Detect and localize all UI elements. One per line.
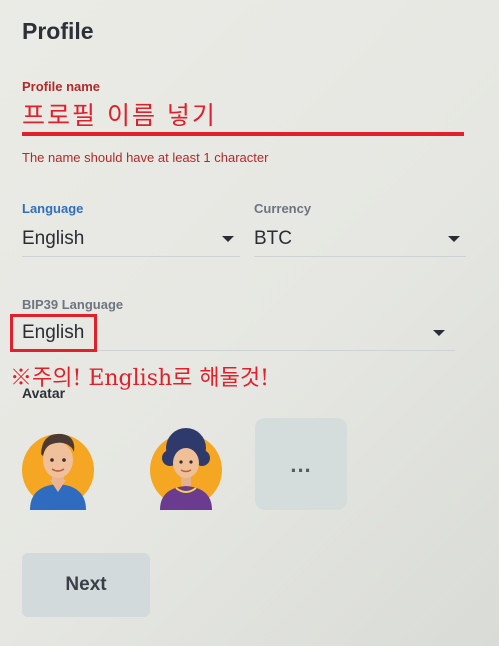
- page-title: Profile: [22, 18, 94, 44]
- more-icon: ...: [290, 452, 312, 477]
- currency-label: Currency: [254, 201, 312, 216]
- avatar-label: Avatar: [22, 385, 66, 401]
- chevron-down-icon: [222, 236, 234, 242]
- profile-name-label: Profile name: [22, 79, 101, 94]
- profile-name-error: The name should have at least 1 characte…: [22, 150, 269, 165]
- more-avatars-button[interactable]: ...: [255, 418, 347, 510]
- language-label: Language: [22, 201, 84, 216]
- currency-select[interactable]: BTC: [254, 222, 466, 257]
- language-value: English: [22, 228, 85, 249]
- annotation-highlight-box: [10, 314, 97, 352]
- chevron-down-icon: [448, 236, 460, 242]
- profile-name-input[interactable]: [22, 98, 464, 136]
- language-select[interactable]: English: [22, 222, 240, 257]
- man-avatar-icon: [22, 433, 94, 510]
- woman-avatar-icon: [150, 428, 222, 510]
- avatar-option-man[interactable]: [12, 418, 104, 510]
- avatar-option-woman[interactable]: [140, 418, 232, 510]
- bip39-language-label: BIP39 Language: [22, 297, 124, 312]
- currency-value: BTC: [254, 228, 292, 249]
- chevron-down-icon: [433, 330, 445, 336]
- next-button[interactable]: Next: [22, 553, 150, 617]
